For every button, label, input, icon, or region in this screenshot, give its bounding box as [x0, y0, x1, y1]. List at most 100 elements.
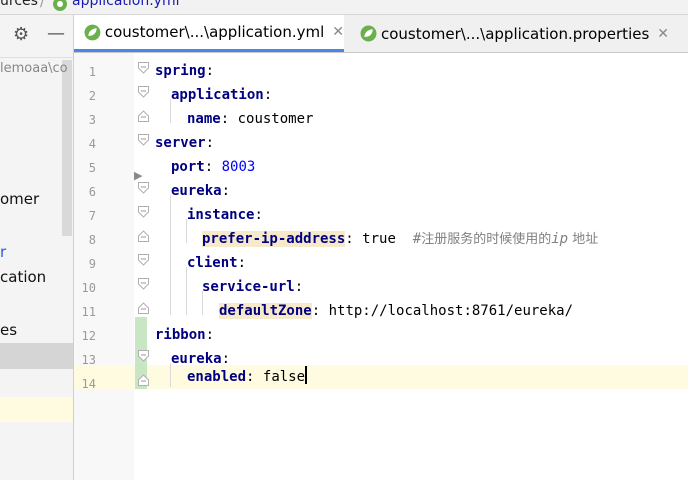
tool-window-scrollbar[interactable] — [62, 60, 72, 236]
fold-open-icon[interactable] — [138, 86, 149, 98]
fold-open-icon[interactable] — [138, 206, 149, 218]
fold-open-icon[interactable] — [138, 62, 149, 74]
yaml-value: coustomer — [237, 111, 314, 127]
tree-item[interactable]: es — [0, 321, 17, 339]
line-number: 13 — [81, 353, 96, 367]
close-icon[interactable]: ✕ — [657, 26, 669, 42]
code-line[interactable]: eureka: — [171, 179, 230, 203]
code-line[interactable]: spring: — [155, 59, 214, 83]
yaml-key: ribbon — [155, 327, 206, 343]
breadcrumb-separator: / — [40, 0, 45, 10]
fold-open-icon[interactable] — [138, 278, 149, 290]
yaml-separator: : — [237, 255, 247, 271]
code-line-current[interactable]: enabled: false — [187, 365, 308, 389]
line-number: 3 — [88, 113, 96, 127]
yaml-separator: : — [205, 63, 215, 79]
yaml-separator: : — [246, 369, 255, 385]
code-line[interactable]: ribbon: — [155, 323, 214, 347]
code-editor[interactable]: ▶ 1 2 3 4 5 6 7 8 9 10 11 12 13 14 sprin… — [74, 53, 688, 480]
tab-label: coustomer\...\application.properties — [381, 24, 650, 43]
yaml-key: name — [187, 111, 221, 127]
yaml-comment-hash: # — [412, 231, 422, 247]
tab-application-properties[interactable]: coustomer\...\application.properties ✕ — [350, 15, 680, 52]
yaml-value: true — [362, 231, 396, 247]
yaml-separator: : — [220, 111, 230, 127]
code-line[interactable]: application: — [171, 83, 272, 107]
close-icon[interactable]: ✕ — [332, 24, 344, 40]
line-number: 6 — [88, 185, 96, 199]
tab-label: coustomer\...\application.yml — [104, 23, 325, 41]
fold-end-icon[interactable] — [138, 374, 149, 386]
line-number: 10 — [81, 281, 96, 295]
yaml-key: prefer-ip-address — [202, 231, 346, 247]
line-number: 4 — [88, 137, 96, 151]
highlighted-tree-row[interactable] — [0, 397, 73, 422]
code-line[interactable]: name: coustomer — [187, 107, 313, 131]
breadcrumb: urces / application.yml — [0, 0, 688, 15]
yaml-key: port — [171, 159, 205, 175]
yaml-comment-text: 注册服务的时候使用的 — [421, 232, 552, 247]
line-number: 5 — [88, 161, 96, 175]
fold-end-icon[interactable] — [138, 302, 149, 314]
yaml-comment-text: 地址 — [568, 232, 599, 247]
line-number: 1 — [88, 65, 96, 79]
code-line[interactable]: defaultZone: http://localhost:8761/eurek… — [219, 299, 573, 323]
yaml-separator: : — [205, 135, 215, 151]
line-number: 2 — [88, 89, 96, 103]
yaml-key: enabled — [187, 369, 247, 385]
current-line-highlight — [74, 365, 688, 389]
line-number: 8 — [88, 233, 96, 247]
selected-tree-row[interactable] — [0, 343, 73, 369]
yaml-comment-keyword: ip — [551, 231, 569, 247]
yaml-separator: : — [254, 207, 263, 223]
tab-application-yml[interactable]: coustomer\...\application.yml ✕ — [74, 15, 344, 52]
yaml-separator: : — [311, 303, 321, 319]
line-number: 14 — [81, 377, 96, 391]
minus-icon[interactable]: — — [47, 24, 65, 44]
tool-window-toolbar: ⚙ — — [0, 15, 73, 58]
code-line[interactable]: server: — [155, 131, 214, 155]
line-number: 9 — [88, 257, 96, 271]
yaml-key: application — [171, 87, 264, 103]
yaml-separator: : — [263, 87, 273, 103]
yaml-separator: : — [294, 279, 304, 295]
fold-open-icon[interactable] — [138, 182, 149, 194]
breadcrumb-parent[interactable]: urces — [0, 0, 38, 9]
code-line[interactable]: client: — [187, 251, 246, 275]
yaml-value: http://localhost:8761/eureka/ — [328, 303, 574, 319]
yaml-key: server — [155, 135, 206, 151]
fold-end-icon[interactable] — [138, 110, 149, 122]
fold-open-icon[interactable] — [138, 350, 149, 362]
gear-icon[interactable]: ⚙ — [13, 25, 29, 45]
spring-leaf-icon — [360, 25, 377, 42]
fold-open-icon[interactable] — [138, 254, 149, 266]
code-line[interactable]: service-url: — [202, 275, 303, 299]
yaml-key: eureka — [171, 183, 222, 199]
tree-item[interactable]: cation — [0, 268, 46, 286]
code-line[interactable]: prefer-ip-address: true #注册服务的时候使用的ip 地址 — [202, 227, 598, 251]
project-tool-window: ⚙ — lemoaa\co omer r cation es — [0, 15, 74, 480]
yaml-key: client — [187, 255, 238, 271]
editor-tab-bar: coustomer\...\application.yml ✕ coustome… — [74, 15, 688, 53]
run-arrow-icon[interactable]: ▶ — [134, 169, 142, 182]
yaml-key: spring — [155, 63, 206, 79]
yaml-value: false — [262, 369, 306, 385]
fold-open-icon[interactable] — [138, 134, 149, 146]
code-line[interactable]: instance: — [187, 203, 263, 227]
text-caret — [305, 366, 308, 384]
tree-item[interactable]: lemoaa\co — [0, 61, 68, 76]
yaml-separator: : — [345, 231, 354, 247]
breadcrumb-file[interactable]: application.yml — [72, 0, 180, 9]
tree-item[interactable]: omer — [0, 190, 39, 208]
yaml-value: 8003 — [221, 159, 256, 175]
spring-leaf-icon — [84, 24, 101, 40]
tree-item[interactable]: r — [0, 243, 6, 261]
line-number: 7 — [88, 209, 96, 223]
yaml-key: defaultZone — [219, 303, 312, 319]
fold-end-icon[interactable] — [138, 230, 149, 242]
yaml-key: instance — [187, 207, 255, 223]
yaml-separator: : — [205, 327, 215, 343]
indent-guide — [170, 195, 171, 315]
code-line[interactable]: port: 8003 — [171, 155, 255, 179]
yaml-separator: : — [221, 183, 231, 199]
